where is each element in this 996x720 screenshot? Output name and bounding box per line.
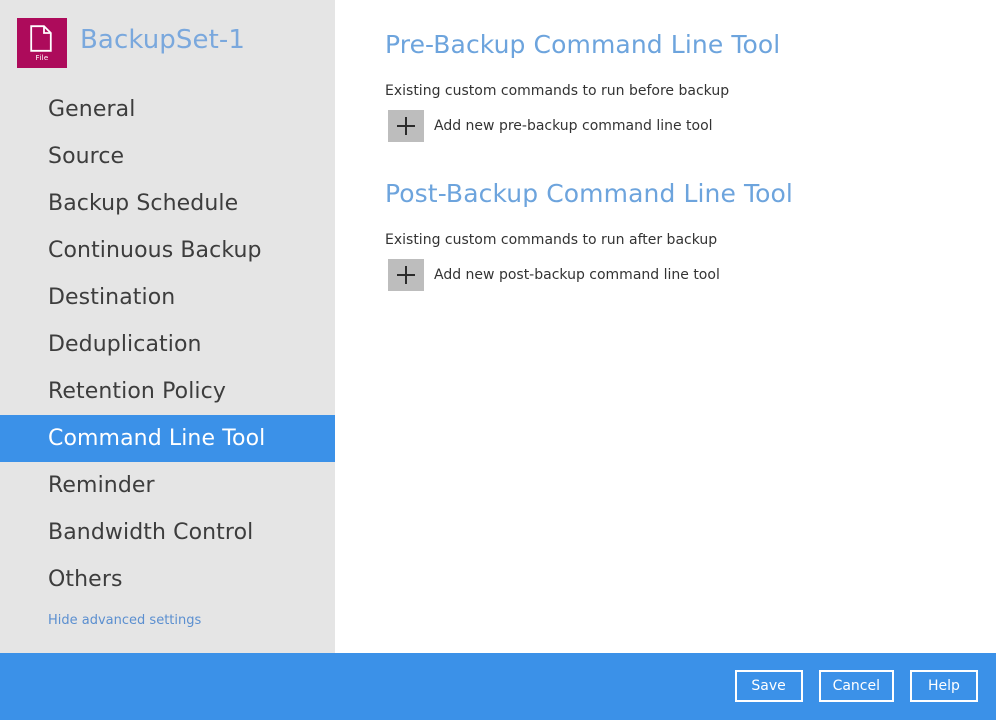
save-button[interactable]: Save bbox=[735, 670, 803, 702]
document-glyph bbox=[30, 25, 52, 52]
sidebar-item-retention-policy[interactable]: Retention Policy bbox=[0, 368, 335, 415]
sidebar-item-command-line-tool[interactable]: Command Line Tool bbox=[0, 415, 335, 462]
sidebar-item-backup-schedule[interactable]: Backup Schedule bbox=[0, 180, 335, 227]
sidebar-item-label: Destination bbox=[48, 285, 175, 310]
plus-icon[interactable] bbox=[388, 259, 424, 291]
sidebar-item-source[interactable]: Source bbox=[0, 133, 335, 180]
sidebar-item-label: Retention Policy bbox=[48, 379, 226, 404]
file-icon-caption: File bbox=[17, 54, 67, 62]
add-post-backup-label: Add new post-backup command line tool bbox=[434, 266, 720, 284]
sidebar-item-label: Source bbox=[48, 144, 124, 169]
add-pre-backup-label: Add new pre-backup command line tool bbox=[434, 117, 713, 135]
pre-backup-section-title: Pre-Backup Command Line Tool bbox=[385, 28, 780, 62]
sidebar-item-others[interactable]: Others bbox=[0, 556, 335, 603]
sidebar-item-bandwidth-control[interactable]: Bandwidth Control bbox=[0, 509, 335, 556]
pre-backup-section: Pre-Backup Command Line Tool Existing cu… bbox=[385, 28, 780, 142]
add-post-backup-row[interactable]: Add new post-backup command line tool bbox=[385, 249, 793, 291]
post-backup-section: Post-Backup Command Line Tool Existing c… bbox=[385, 177, 793, 291]
brand-header: File BackupSet-1 bbox=[0, 0, 335, 86]
sidebar: File BackupSet-1 General Source Backup S… bbox=[0, 0, 335, 653]
help-button[interactable]: Help bbox=[910, 670, 978, 702]
sidebar-item-label: General bbox=[48, 97, 135, 122]
post-backup-section-title: Post-Backup Command Line Tool bbox=[385, 177, 793, 211]
post-backup-section-description: Existing custom commands to run after ba… bbox=[385, 211, 793, 249]
sidebar-item-deduplication[interactable]: Deduplication bbox=[0, 321, 335, 368]
sidebar-item-label: Backup Schedule bbox=[48, 191, 238, 216]
sidebar-item-label: Deduplication bbox=[48, 332, 202, 357]
main-content: Pre-Backup Command Line Tool Existing cu… bbox=[335, 0, 996, 653]
sidebar-item-reminder[interactable]: Reminder bbox=[0, 462, 335, 509]
file-document-icon: File bbox=[17, 18, 67, 68]
sidebar-item-destination[interactable]: Destination bbox=[0, 274, 335, 321]
sidebar-item-label: Reminder bbox=[48, 473, 155, 498]
sidebar-item-continuous-backup[interactable]: Continuous Backup bbox=[0, 227, 335, 274]
sidebar-item-label: Continuous Backup bbox=[48, 238, 262, 263]
sidebar-item-label: Others bbox=[48, 567, 123, 592]
backup-set-title: BackupSet-1 bbox=[80, 25, 245, 55]
cancel-button[interactable]: Cancel bbox=[819, 670, 894, 702]
sidebar-item-general[interactable]: General bbox=[0, 86, 335, 133]
add-pre-backup-row[interactable]: Add new pre-backup command line tool bbox=[385, 100, 780, 142]
plus-icon[interactable] bbox=[388, 110, 424, 142]
pre-backup-section-description: Existing custom commands to run before b… bbox=[385, 62, 780, 100]
footer-button-group: Save Cancel Help bbox=[735, 670, 978, 702]
sidebar-item-label: Command Line Tool bbox=[48, 426, 265, 451]
sidebar-item-label: Bandwidth Control bbox=[48, 520, 253, 545]
settings-nav: General Source Backup Schedule Continuou… bbox=[0, 86, 335, 603]
hide-advanced-settings-link[interactable]: Hide advanced settings bbox=[48, 613, 201, 628]
footer-bar: Save Cancel Help bbox=[0, 653, 996, 720]
backup-set-settings-window: File BackupSet-1 General Source Backup S… bbox=[0, 0, 996, 720]
